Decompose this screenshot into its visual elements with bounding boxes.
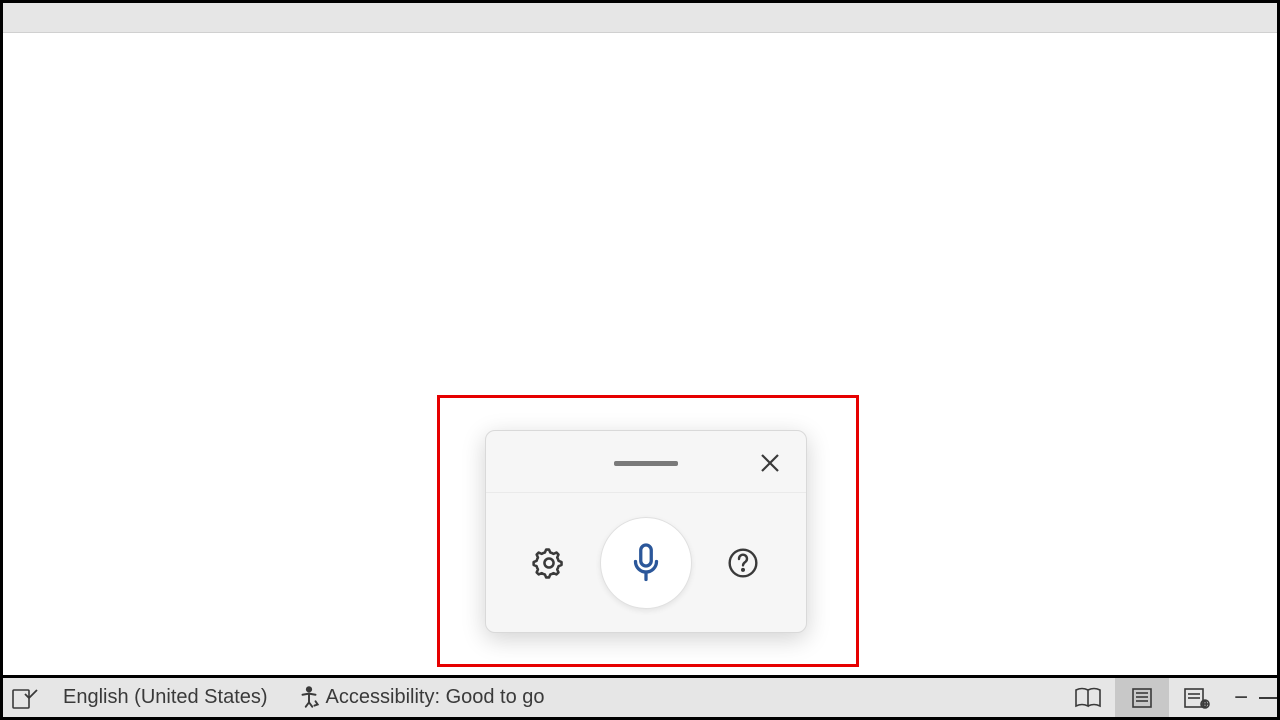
close-icon [759, 452, 781, 474]
help-icon [727, 547, 759, 579]
accessibility-button[interactable]: Accessibility: Good to go [284, 678, 557, 717]
print-layout-button[interactable] [1115, 678, 1169, 717]
gear-icon [532, 546, 566, 580]
spellcheck-button[interactable] [3, 678, 47, 717]
microphone-button[interactable] [600, 517, 692, 609]
read-mode-button[interactable] [1061, 678, 1115, 717]
spellcheck-icon [11, 686, 39, 710]
dictation-help-button[interactable] [721, 541, 765, 585]
dictation-body [486, 493, 806, 633]
language-button[interactable]: English (United States) [47, 678, 284, 717]
read-mode-icon [1074, 687, 1102, 709]
ribbon-area [3, 3, 1277, 33]
status-bar: English (United States) Accessibility: G… [3, 675, 1277, 717]
drag-handle-icon[interactable] [614, 461, 678, 466]
accessibility-icon [296, 685, 322, 711]
language-label: English (United States) [63, 686, 268, 709]
accessibility-label: Accessibility: Good to go [326, 686, 545, 709]
dictation-toolbar [485, 430, 807, 633]
status-right: − [1061, 678, 1277, 717]
print-layout-icon [1130, 687, 1154, 709]
microphone-icon [628, 542, 664, 584]
zoom-slider[interactable] [1259, 697, 1277, 699]
web-layout-icon [1182, 687, 1210, 709]
status-left: English (United States) Accessibility: G… [3, 678, 557, 717]
close-button[interactable] [752, 445, 788, 481]
zoom-out-button[interactable]: − [1223, 678, 1259, 717]
dictation-header [486, 431, 806, 493]
web-layout-button[interactable] [1169, 678, 1223, 717]
dictation-settings-button[interactable] [527, 541, 571, 585]
